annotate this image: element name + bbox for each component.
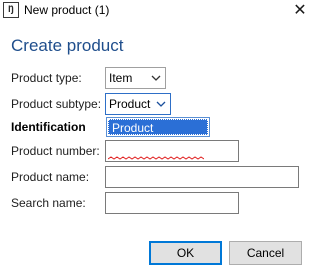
app-icon: Ŋ: [3, 2, 19, 18]
product-number-label: Product number:: [11, 144, 100, 158]
chevron-down-icon: [156, 101, 166, 107]
dialog-heading: Create product: [11, 36, 124, 55]
chevron-down-icon: [151, 75, 161, 81]
cancel-button[interactable]: Cancel: [229, 241, 302, 265]
window-title: New product (1): [24, 3, 110, 17]
identification-section-label: Identification: [11, 120, 86, 134]
close-button[interactable]: ✕: [284, 0, 316, 22]
product-type-value: Item: [109, 71, 133, 85]
dialog-footer: OK Cancel: [0, 231, 316, 272]
title-bar[interactable]: Ŋ New product (1) ✕: [0, 0, 316, 22]
product-type-select[interactable]: Item: [105, 67, 166, 89]
product-type-label: Product type:: [11, 71, 82, 85]
search-name-input[interactable]: [105, 192, 239, 214]
new-product-dialog: Ŋ New product (1) ✕ Create product Produ…: [0, 0, 316, 272]
product-name-input[interactable]: [105, 166, 299, 188]
product-subtype-select[interactable]: Product: [105, 93, 171, 115]
search-name-label: Search name:: [11, 196, 86, 210]
product-subtype-label: Product subtype:: [11, 97, 102, 111]
product-subtype-value: Product: [109, 97, 151, 111]
close-icon: ✕: [293, 0, 307, 19]
product-subtype-dropdown-list: Product: [106, 117, 210, 137]
spellcheck-underline: [108, 156, 204, 160]
ok-button[interactable]: OK: [149, 241, 222, 265]
subtype-option-product[interactable]: Product: [108, 119, 208, 135]
product-name-label: Product name:: [11, 170, 90, 184]
